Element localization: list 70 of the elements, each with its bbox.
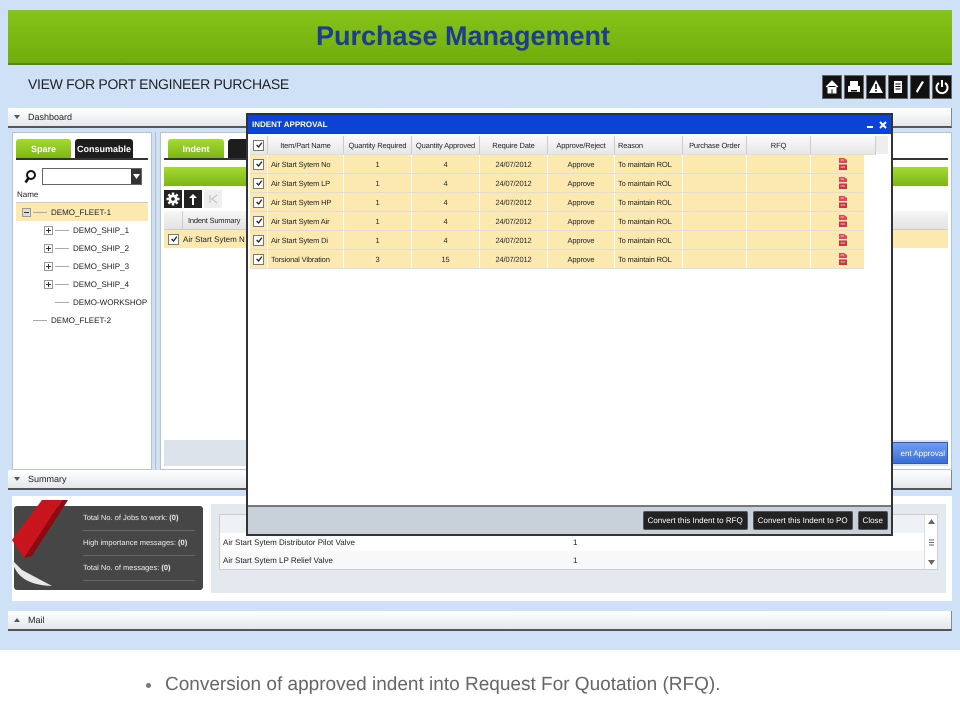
selected-tree-row[interactable]: DEMO_FLEET-1 [16, 203, 148, 221]
bullet-icon [146, 682, 151, 688]
tree-item[interactable]: DEMO-WORKSHOP [73, 298, 148, 306]
checkbox[interactable] [253, 216, 264, 226]
search-icon [24, 170, 36, 184]
scroll-down-icon [926, 558, 936, 567]
checkbox[interactable] [253, 140, 264, 150]
checkbox[interactable] [253, 254, 264, 264]
collapse-arrow-icon[interactable] [14, 115, 20, 119]
tree-item[interactable]: DEMO_FLEET-2 [51, 316, 112, 324]
rfq-document-icon [838, 233, 848, 247]
search-dropdown[interactable] [42, 168, 142, 185]
minimize-icon [867, 126, 873, 128]
section-title: Mail [28, 615, 45, 625]
dialog-title: INDENT APPROVAL [252, 120, 328, 129]
scrollbar-corner [876, 136, 888, 154]
settings-button[interactable] [164, 190, 182, 208]
upload-button[interactable] [184, 190, 202, 208]
printer-button[interactable] [844, 75, 864, 99]
collapse-icon[interactable] [22, 208, 31, 216]
home-button[interactable] [822, 75, 842, 99]
tree-item[interactable]: DEMO_SHIP_1 [73, 226, 130, 234]
checkbox[interactable] [253, 234, 264, 246]
rfq-document-icon [838, 176, 848, 190]
checkbox[interactable] [253, 178, 264, 188]
view-title: VIEW FOR PORT ENGINEER PURCHASE [28, 76, 289, 92]
table-cell: 1 [573, 538, 578, 546]
close-icon [879, 120, 887, 128]
scrollbar[interactable] [924, 515, 937, 569]
gear-icon [166, 192, 180, 206]
tab[interactable]: Consumable [75, 139, 133, 158]
dialog-button[interactable]: Convert this Indent to RFQ [642, 511, 748, 530]
tree-item-label: DEMO_FLEET-1 [51, 208, 112, 216]
rfq-document-icon [838, 157, 848, 171]
expand-arrow-icon[interactable] [14, 618, 20, 622]
rfq-document-icon [838, 252, 848, 266]
table-cell: Air Start Sytem N [183, 234, 245, 244]
checkbox[interactable] [253, 196, 264, 208]
dialog-button[interactable]: Convert this Indent to PO [752, 511, 853, 530]
page-title: Purchase Management [316, 21, 610, 52]
power-button[interactable] [932, 75, 952, 99]
home-icon [823, 78, 841, 96]
dropdown-arrow-icon [132, 174, 140, 179]
table-cell-text: Air Start Sytem Distributor Pilot Valve [223, 538, 356, 546]
section-title: Dashboard [28, 112, 72, 122]
checkbox[interactable] [253, 158, 264, 170]
rfq-document-icon [838, 195, 848, 209]
expand-icon[interactable] [44, 262, 53, 270]
caption-text: Conversion of approved indent into Request For Quotation (RFQ). [165, 674, 721, 696]
tree-item[interactable]: DEMO_SHIP_3 [73, 262, 130, 270]
tree-item[interactable]: DEMO_SHIP_4 [73, 280, 130, 288]
collapse-arrow-icon[interactable] [14, 477, 20, 481]
expand-icon[interactable] [44, 280, 53, 288]
document-button[interactable] [888, 75, 908, 99]
scroll-up-icon [926, 517, 936, 526]
pencil-button[interactable] [910, 75, 930, 99]
warning-button[interactable] [866, 75, 886, 99]
scroll-grip-icon [926, 538, 936, 546]
rfq-document-icon [838, 214, 848, 228]
section-title: Summary [28, 474, 67, 484]
expand-icon[interactable] [44, 226, 53, 234]
warning-icon [867, 78, 885, 96]
tree-item[interactable]: DEMO_SHIP_2 [73, 244, 130, 252]
power-icon [933, 78, 951, 96]
expand-icon[interactable] [44, 244, 53, 252]
table-cell-text: Air Start Sytem LP Relief Valve [223, 556, 334, 564]
table-cell: 1 [573, 556, 578, 564]
dialog-button[interactable]: Close [858, 511, 888, 530]
splitter-handle[interactable] [153, 132, 159, 470]
checkbox[interactable] [168, 234, 179, 244]
